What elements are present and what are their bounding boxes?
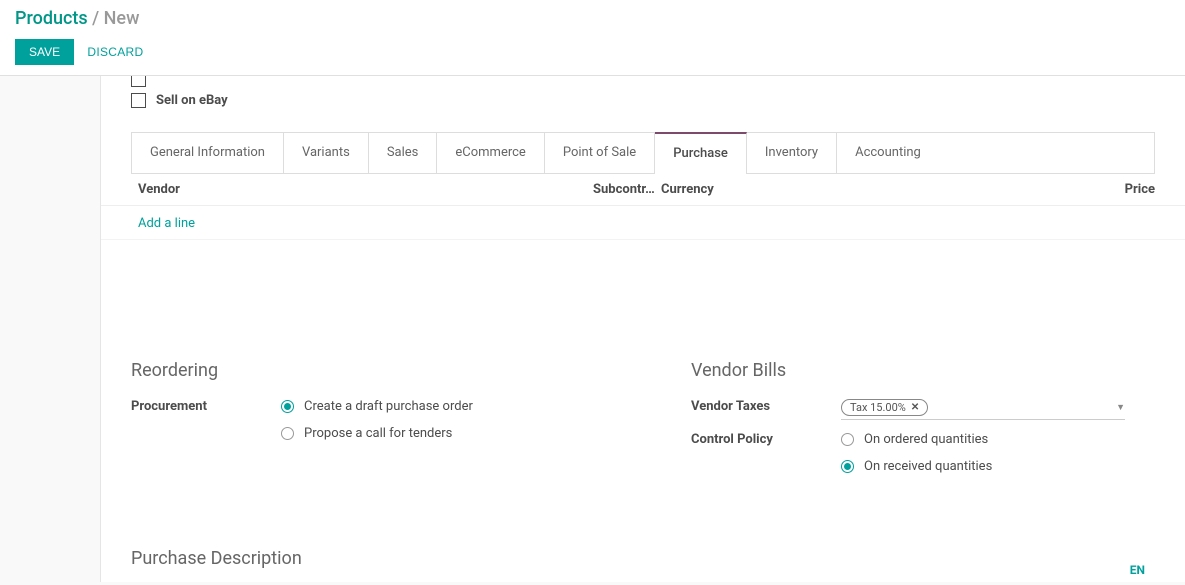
tax-tag-text: Tax 15.00% — [850, 401, 906, 414]
control-policy-row: Control Policy On ordered quantities On … — [691, 432, 1155, 486]
breadcrumb-sep: / — [92, 8, 99, 29]
purchase-desc-section: Purchase Description EN — [101, 518, 1185, 582]
reordering-title: Reordering — [131, 360, 631, 381]
radio-ordered-label[interactable]: On ordered quantities — [864, 432, 988, 447]
procurement-row: Procurement Create a draft purchase orde… — [131, 399, 631, 453]
radio-received-label[interactable]: On received quantities — [864, 459, 992, 474]
vendor-table-header: Vendor Subcontr… Currency Price — [101, 174, 1185, 206]
add-line-link[interactable]: Add a line — [138, 216, 195, 231]
tab-accounting[interactable]: Accounting — [837, 133, 939, 173]
vendor-taxes-row: Vendor Taxes Tax 15.00% ✕ ▼ — [691, 399, 1155, 420]
chevron-down-icon: ▼ — [1116, 402, 1125, 413]
radio-draft-po-label[interactable]: Create a draft purchase order — [304, 399, 473, 414]
procurement-label: Procurement — [131, 399, 281, 453]
vendor-table: Vendor Subcontr… Currency Price Add a li… — [101, 174, 1185, 240]
page-header: Products / New SAVE DISCARD — [0, 0, 1185, 76]
check-row-rented: Can be Rented — [131, 76, 1155, 87]
tab-ecommerce[interactable]: eCommerce — [437, 133, 544, 173]
tab-purchase[interactable]: Purchase — [655, 132, 747, 173]
lang-badge[interactable]: EN — [1130, 563, 1145, 577]
radio-received-row: On received quantities — [841, 459, 1155, 474]
breadcrumb-current: New — [104, 8, 140, 29]
col-currency: Currency — [661, 182, 1105, 197]
reordering-section: Reordering Procurement Create a draft pu… — [131, 360, 631, 498]
col-price: Price — [1105, 182, 1155, 197]
tab-variants[interactable]: Variants — [284, 133, 369, 173]
tax-tag-remove-icon[interactable]: ✕ — [911, 402, 919, 413]
procurement-value: Create a draft purchase order Propose a … — [281, 399, 631, 453]
rented-checkbox[interactable] — [131, 76, 146, 87]
radio-tenders[interactable] — [281, 427, 294, 440]
vendor-table-body: Add a line — [101, 206, 1185, 240]
vendor-taxes-value: Tax 15.00% ✕ ▼ — [841, 399, 1155, 420]
radio-ordered-row: On ordered quantities — [841, 432, 1155, 447]
control-policy-value: On ordered quantities On received quanti… — [841, 432, 1155, 486]
form-sheet: Can be Rented Sell on eBay General Infor… — [100, 76, 1185, 582]
breadcrumb-root[interactable]: Products — [15, 8, 88, 29]
purchase-desc-title: Purchase Description — [131, 548, 1155, 569]
sections: Reordering Procurement Create a draft pu… — [101, 240, 1185, 518]
radio-draft-po[interactable] — [281, 400, 294, 413]
radio-ordered[interactable] — [841, 433, 854, 446]
tax-tag[interactable]: Tax 15.00% ✕ — [841, 399, 928, 416]
tab-pos[interactable]: Point of Sale — [545, 133, 655, 173]
top-checkboxes: Can be Rented Sell on eBay — [101, 76, 1185, 132]
tax-tag-field[interactable]: Tax 15.00% ✕ ▼ — [841, 399, 1125, 420]
col-vendor: Vendor — [138, 182, 593, 197]
control-policy-label: Control Policy — [691, 432, 841, 486]
tab-sales[interactable]: Sales — [369, 133, 438, 173]
ebay-checkbox[interactable] — [131, 93, 146, 108]
radio-received[interactable] — [841, 460, 854, 473]
ebay-label[interactable]: Sell on eBay — [156, 93, 228, 108]
breadcrumb: Products / New — [15, 8, 1170, 29]
tabs-bar: General Information Variants Sales eComm… — [131, 132, 1155, 174]
header-actions: SAVE DISCARD — [15, 39, 1170, 75]
tab-inventory[interactable]: Inventory — [747, 133, 837, 173]
radio-draft-po-row: Create a draft purchase order — [281, 399, 631, 414]
col-subcontr: Subcontr… — [593, 182, 661, 197]
vendor-taxes-label: Vendor Taxes — [691, 399, 841, 420]
content-wrap: Can be Rented Sell on eBay General Infor… — [0, 76, 1185, 582]
tab-general[interactable]: General Information — [132, 133, 284, 173]
radio-tenders-row: Propose a call for tenders — [281, 426, 631, 441]
save-button[interactable]: SAVE — [15, 39, 74, 65]
check-row-ebay: Sell on eBay — [131, 93, 1155, 108]
radio-tenders-label[interactable]: Propose a call for tenders — [304, 426, 452, 441]
discard-button[interactable]: DISCARD — [87, 45, 143, 59]
vendor-bills-title: Vendor Bills — [691, 360, 1155, 381]
vendor-bills-section: Vendor Bills Vendor Taxes Tax 15.00% ✕ ▼ — [691, 360, 1155, 498]
